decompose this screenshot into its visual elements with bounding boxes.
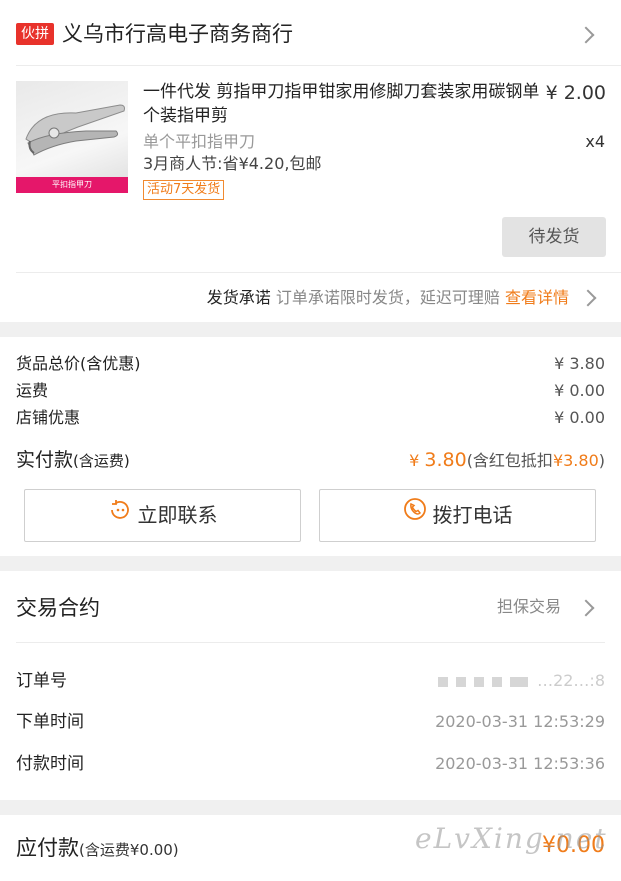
divider	[16, 642, 605, 643]
amount-paid-value: ¥ 3.80(含红包抵扣¥3.80)	[409, 447, 605, 474]
payment-time-label: 付款时间	[16, 754, 84, 774]
chevron-right-icon[interactable]	[577, 26, 595, 44]
guarantee-trade-link[interactable]: 担保交易	[497, 596, 561, 618]
promo-text: 3月商人节:省¥4.20,包邮	[143, 154, 322, 173]
call-label: 拨打电话	[432, 503, 513, 527]
order-number-value: …22…:8	[430, 670, 605, 692]
contract-title: 交易合约	[16, 596, 100, 620]
product-title[interactable]: 一件代发 剪指甲刀指甲钳家用修脚刀套装家用碳钢单个装指甲剪	[143, 80, 553, 128]
shop-name[interactable]: 义乌市行高电子商务商行	[62, 18, 293, 50]
redacted-block	[455, 676, 466, 687]
order-number-label: 订单号	[16, 671, 67, 691]
thumbnail-caption: 平扣指甲刀	[16, 177, 128, 193]
contract-card: 交易合约 担保交易 订单号 …22…:8 下单时间 2020-03-31 12:…	[0, 571, 621, 800]
subtotal-label: 货品总价(含优惠)	[16, 354, 141, 373]
chevron-right-icon[interactable]	[577, 599, 595, 617]
amount-due-label: 应付款(含运费¥0.00)	[16, 833, 179, 865]
order-time-label: 下单时间	[16, 712, 84, 732]
shipping-fee-label: 运费	[16, 381, 49, 400]
paid-label-note: (含运费)	[73, 452, 130, 470]
promise-text: 订单承诺限时发货，延迟可理赔	[270, 288, 505, 307]
paid-label-text: 实付款	[16, 449, 74, 471]
shop-header[interactable]: 伙拼 义乌市行高电子商务商行	[0, 0, 621, 66]
contact-seller-button[interactable]: 立即联系	[24, 489, 301, 542]
watermark: eLvXing.net	[415, 822, 608, 855]
shipping-tag: 活动7天发货	[143, 180, 225, 200]
wholesale-badge: 伙拼	[16, 23, 54, 45]
shipping-fee-value: ¥ 0.00	[554, 381, 605, 400]
payment-time-value: 2020-03-31 12:53:36	[435, 754, 605, 773]
shop-discount-label: 店铺优惠	[16, 408, 81, 427]
due-label-text: 应付款	[16, 836, 79, 860]
order-number-text: …22…:8	[537, 671, 605, 690]
redacted-block	[491, 676, 502, 687]
product-quantity: x4	[585, 132, 605, 151]
promise-label: 发货承诺	[206, 288, 271, 307]
shipping-promise-row[interactable]: 发货承诺 订单承诺限时发货，延迟可理赔 查看详情	[0, 273, 621, 322]
divider	[16, 65, 621, 66]
paid-amount: 3.80	[424, 449, 467, 471]
call-phone-button[interactable]: 拨打电话	[319, 489, 596, 542]
contact-label: 立即联系	[137, 503, 218, 527]
awaiting-shipment-button[interactable]: 待发货	[502, 217, 606, 257]
nail-clipper-icon	[25, 104, 125, 156]
product-thumbnail[interactable]: 平扣指甲刀	[16, 81, 128, 193]
phone-icon	[403, 489, 427, 540]
view-details-link[interactable]: 查看详情	[505, 288, 569, 307]
product-spec: 单个平扣指甲刀	[143, 132, 256, 151]
shop-discount-value: ¥ 0.00	[554, 408, 605, 427]
chat-face-icon	[108, 489, 132, 540]
order-item-card: 伙拼 义乌市行高电子商务商行 平扣指甲刀 一件代发 剪指甲刀指甲钳家用修脚刀套装…	[0, 0, 621, 322]
redacted-block	[437, 676, 448, 687]
due-label-note: (含运费¥0.00)	[79, 841, 179, 859]
price-summary-card: 货品总价(含优惠) ¥ 3.80 运费 ¥ 0.00 店铺优惠 ¥ 0.00 实…	[0, 337, 621, 556]
amount-paid-label: 实付款(含运费)	[16, 447, 130, 474]
product-price: ¥ 2.00	[545, 82, 606, 104]
red-packet-amount: ¥3.80	[552, 451, 599, 470]
paid-currency: ¥	[409, 451, 425, 470]
order-time-value: 2020-03-31 12:53:29	[435, 712, 605, 731]
redacted-block	[509, 676, 528, 687]
subtotal-value: ¥ 3.80	[554, 354, 605, 373]
paid-note-suffix: )	[598, 451, 605, 470]
paid-note-prefix: (含红包抵扣	[466, 451, 553, 470]
redacted-block	[473, 676, 484, 687]
